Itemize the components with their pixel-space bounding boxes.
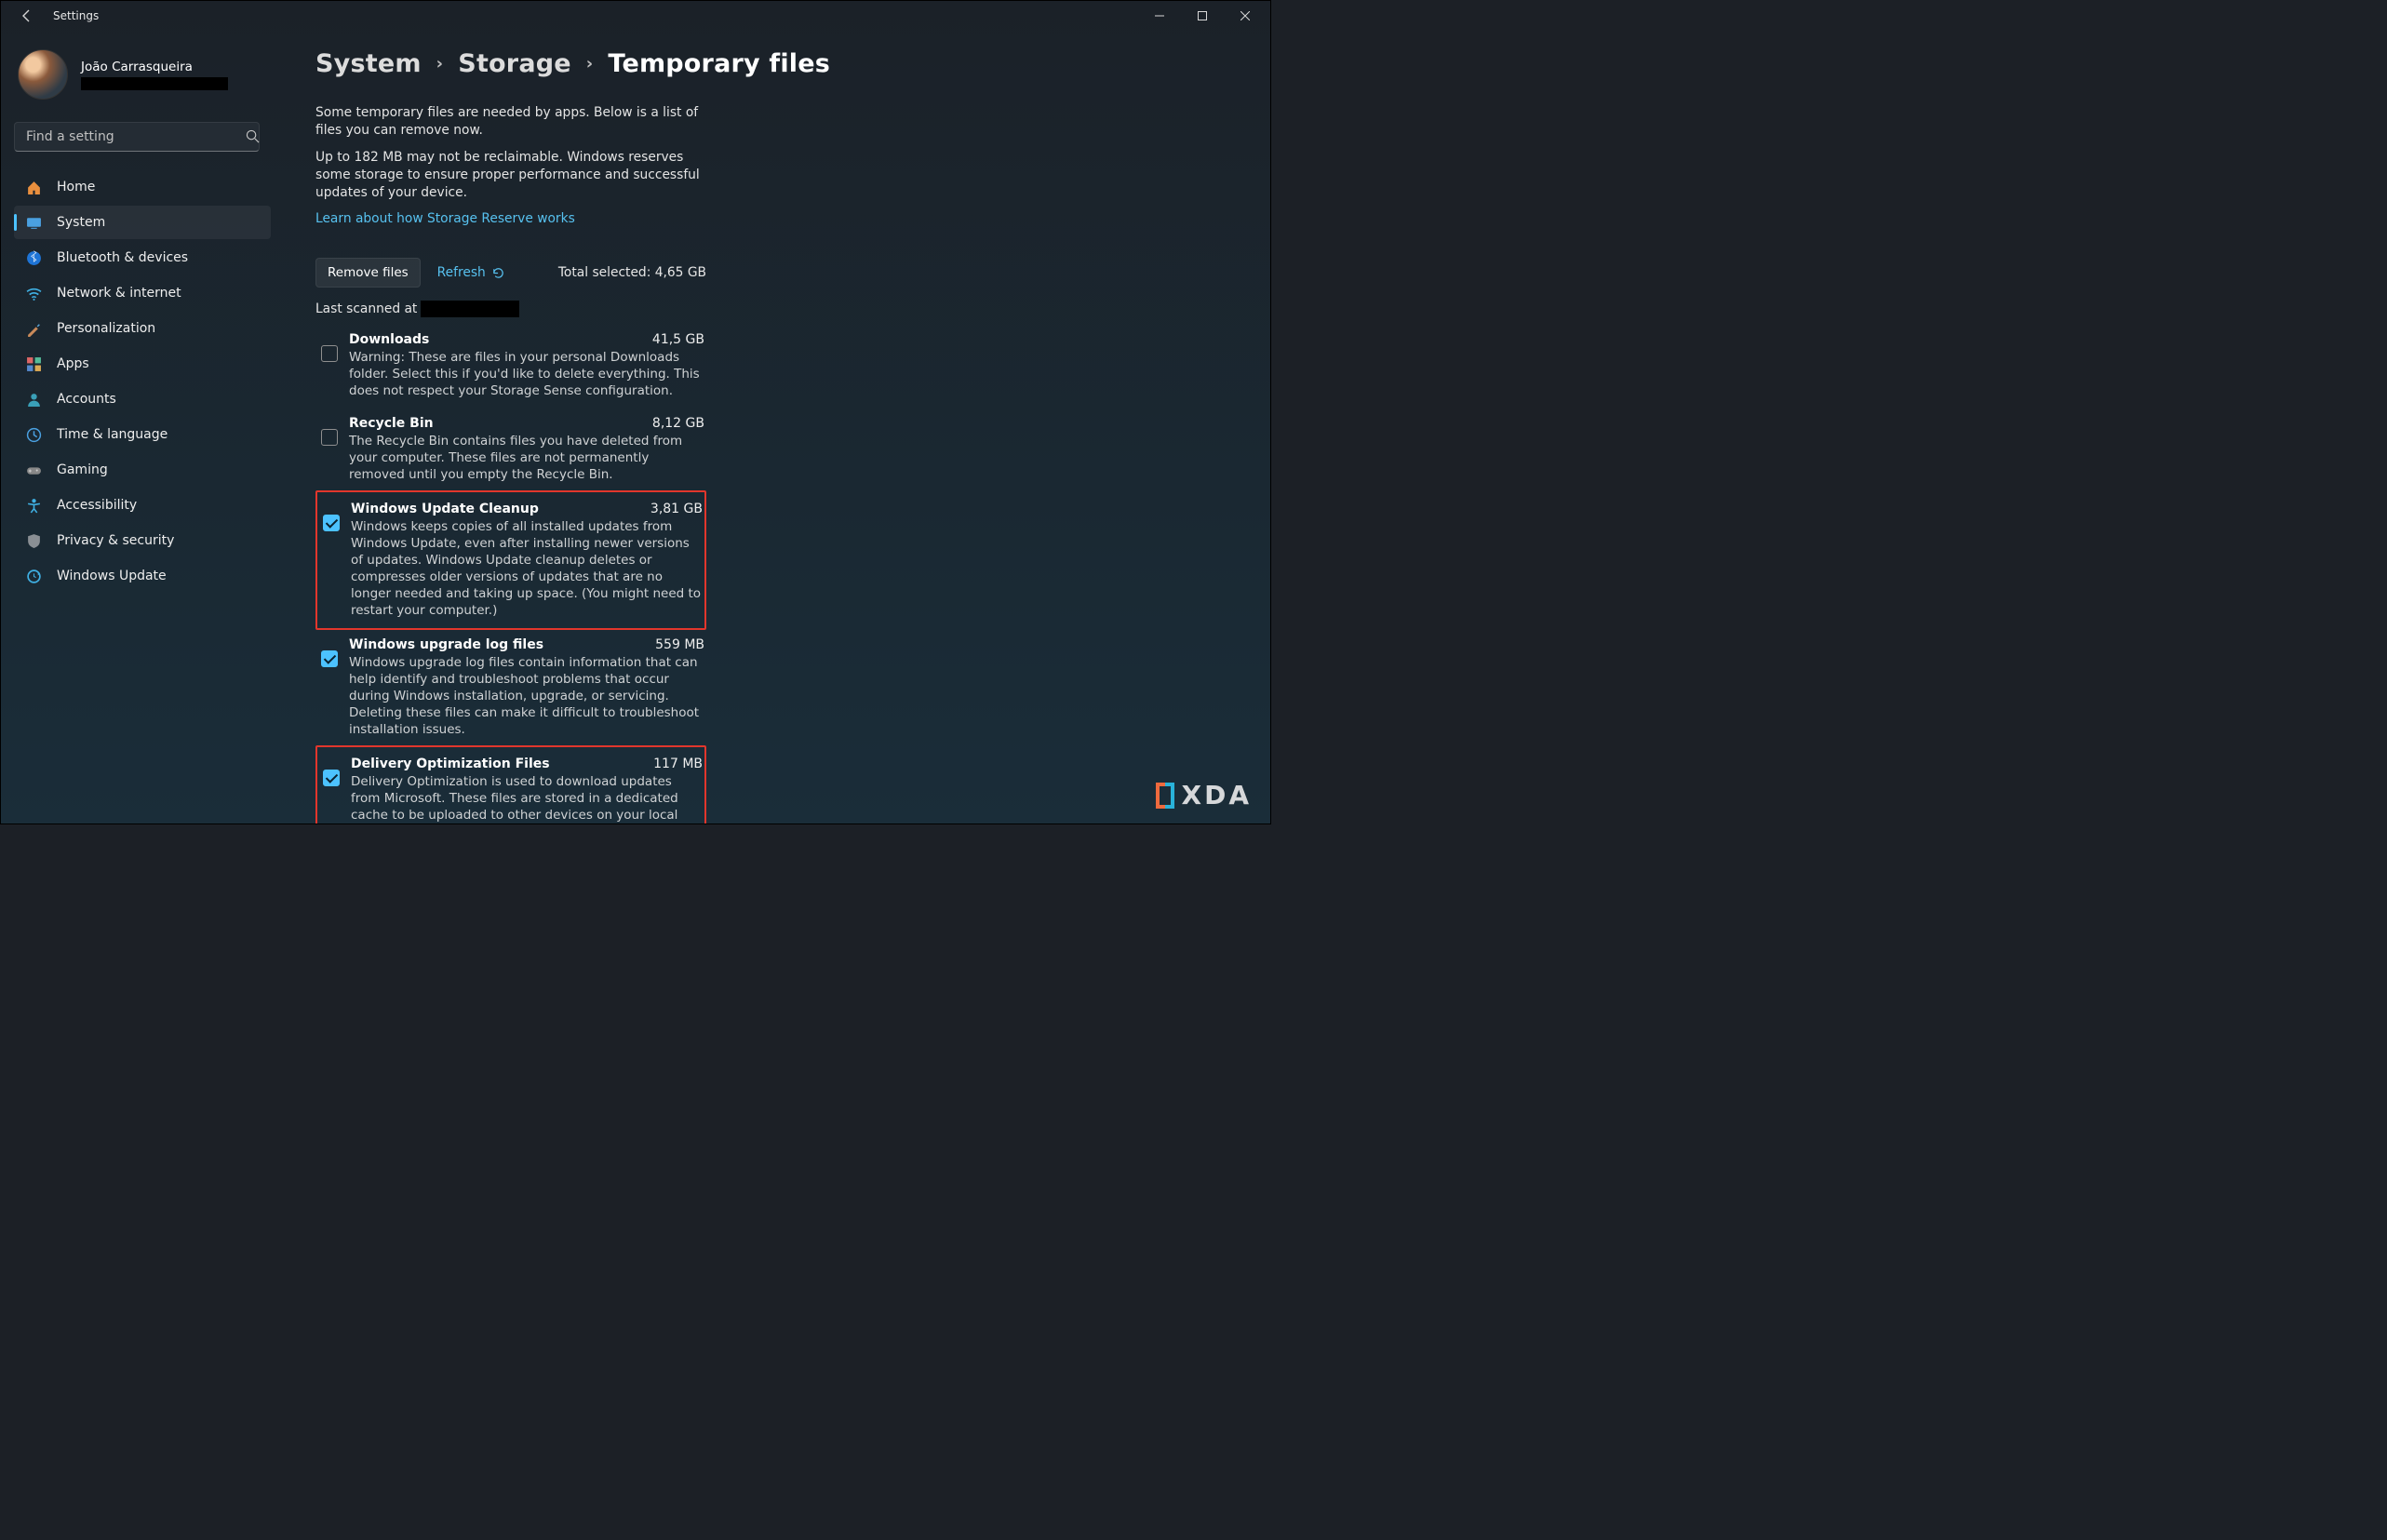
total-selected: Total selected: 4,65 GB: [558, 265, 706, 280]
back-button[interactable]: [18, 7, 36, 25]
nav-label: Bluetooth & devices: [57, 250, 188, 265]
avatar: [18, 49, 68, 100]
nav-item-privacy[interactable]: Privacy & security: [14, 524, 271, 557]
time-icon: [25, 426, 42, 443]
profile-name: João Carrasqueira: [81, 60, 228, 74]
item-title: Delivery Optimization Files: [351, 757, 550, 771]
nav-label: Privacy & security: [57, 533, 174, 548]
last-scanned: Last scanned at: [315, 301, 706, 317]
minimize-button[interactable]: [1138, 2, 1181, 30]
network-icon: [25, 285, 42, 301]
nav-label: Time & language: [57, 427, 168, 442]
cleanup-item: Recycle Bin 8,12 GB The Recycle Bin contai…: [315, 414, 706, 485]
titlebar: Settings: [1, 1, 1270, 31]
item-checkbox[interactable]: [323, 515, 340, 531]
update-icon: [25, 568, 42, 584]
settings-window: Settings João Carrasqueira Home System Blu…: [0, 0, 1271, 824]
item-title: Downloads: [349, 332, 429, 347]
item-size: 3,81 GB: [650, 502, 703, 516]
nav-item-personalization[interactable]: Personalization: [14, 312, 271, 345]
intro-text-2: Up to 182 MB may not be reclaimable. Win…: [315, 149, 706, 202]
search-input[interactable]: [14, 122, 260, 152]
nav-item-system[interactable]: System: [14, 206, 271, 239]
nav-label: Gaming: [57, 462, 108, 477]
nav-label: Personalization: [57, 321, 155, 336]
nav-item-time[interactable]: Time & language: [14, 418, 271, 451]
arrow-left-icon: [20, 8, 34, 23]
item-size: 8,12 GB: [652, 416, 704, 431]
maximize-button[interactable]: [1181, 2, 1224, 30]
item-description: The Recycle Bin contains files you have …: [349, 433, 704, 483]
item-description: Warning: These are files in your persona…: [349, 349, 704, 399]
search-icon: [246, 129, 260, 143]
minimize-icon: [1155, 11, 1164, 20]
nav-list: Home System Bluetooth & devices Network & i…: [14, 170, 271, 593]
item-checkbox[interactable]: [323, 770, 340, 786]
item-size: 41,5 GB: [652, 332, 704, 347]
breadcrumb-current: Temporary files: [608, 49, 830, 78]
chevron-right-icon: ›: [436, 54, 444, 74]
cleanup-item: Windows upgrade log files 559 MB Windows u…: [315, 636, 706, 740]
nav-label: Apps: [57, 356, 89, 371]
nav-label: Accounts: [57, 392, 116, 407]
maximize-icon: [1198, 11, 1207, 20]
xda-watermark: XDA: [1156, 780, 1253, 810]
profile-email-redacted: [81, 77, 228, 90]
item-size: 559 MB: [655, 637, 704, 652]
cleanup-item: Windows Update Cleanup 3,81 GB Windows kee…: [315, 490, 706, 630]
apps-icon: [25, 355, 42, 372]
nav-item-home[interactable]: Home: [14, 170, 271, 204]
item-checkbox[interactable]: [321, 429, 338, 446]
gaming-icon: [25, 462, 42, 478]
close-button[interactable]: [1224, 2, 1267, 30]
nav-label: System: [57, 215, 105, 230]
cleanup-item: Downloads 41,5 GB Warning: These are files…: [315, 330, 706, 401]
refresh-label: Refresh: [437, 265, 486, 280]
item-description: Delivery Optimization is used to downloa…: [351, 773, 703, 824]
nav-label: Network & internet: [57, 286, 181, 301]
nav-item-accounts[interactable]: Accounts: [14, 382, 271, 416]
home-icon: [25, 179, 42, 195]
item-title: Windows upgrade log files: [349, 637, 543, 652]
content: System › Storage › Temporary files Some …: [280, 31, 1270, 824]
nav-item-accessibility[interactable]: Accessibility: [14, 489, 271, 522]
last-scan-redacted: [421, 301, 519, 317]
accessibility-icon: [25, 497, 42, 514]
system-icon: [25, 214, 42, 231]
profile-block[interactable]: João Carrasqueira: [14, 44, 271, 116]
personalization-icon: [25, 320, 42, 337]
sidebar: João Carrasqueira Home System Bluetooth & …: [1, 31, 280, 824]
item-description: Windows keeps copies of all installed up…: [351, 518, 703, 619]
item-checkbox[interactable]: [321, 345, 338, 362]
breadcrumb: System › Storage › Temporary files: [315, 49, 1270, 78]
chevron-right-icon: ›: [586, 54, 594, 74]
item-title: Windows Update Cleanup: [351, 502, 539, 516]
item-size: 117 MB: [653, 757, 703, 771]
cleanup-item: Delivery Optimization Files 117 MB Deliver…: [315, 745, 706, 824]
nav-item-update[interactable]: Windows Update: [14, 559, 271, 593]
nav-item-apps[interactable]: Apps: [14, 347, 271, 381]
nav-label: Home: [57, 180, 95, 194]
intro-text-1: Some temporary files are needed by apps.…: [315, 104, 706, 140]
bluetooth-icon: [25, 249, 42, 266]
nav-label: Accessibility: [57, 498, 137, 513]
window-title: Settings: [53, 9, 99, 22]
item-title: Recycle Bin: [349, 416, 434, 431]
item-checkbox[interactable]: [321, 650, 338, 667]
remove-files-button[interactable]: Remove files: [315, 258, 421, 288]
refresh-button[interactable]: Refresh: [437, 265, 505, 280]
nav-item-bluetooth[interactable]: Bluetooth & devices: [14, 241, 271, 275]
close-icon: [1240, 11, 1250, 20]
nav-item-gaming[interactable]: Gaming: [14, 453, 271, 487]
storage-reserve-link[interactable]: Learn about how Storage Reserve works: [315, 211, 575, 226]
item-description: Windows upgrade log files contain inform…: [349, 654, 704, 738]
refresh-icon: [491, 266, 505, 280]
breadcrumb-system[interactable]: System: [315, 49, 422, 78]
breadcrumb-storage[interactable]: Storage: [458, 49, 570, 78]
nav-item-network[interactable]: Network & internet: [14, 276, 271, 310]
accounts-icon: [25, 391, 42, 408]
items-list: Downloads 41,5 GB Warning: These are files…: [315, 330, 706, 824]
nav-label: Windows Update: [57, 569, 167, 583]
privacy-icon: [25, 532, 42, 549]
